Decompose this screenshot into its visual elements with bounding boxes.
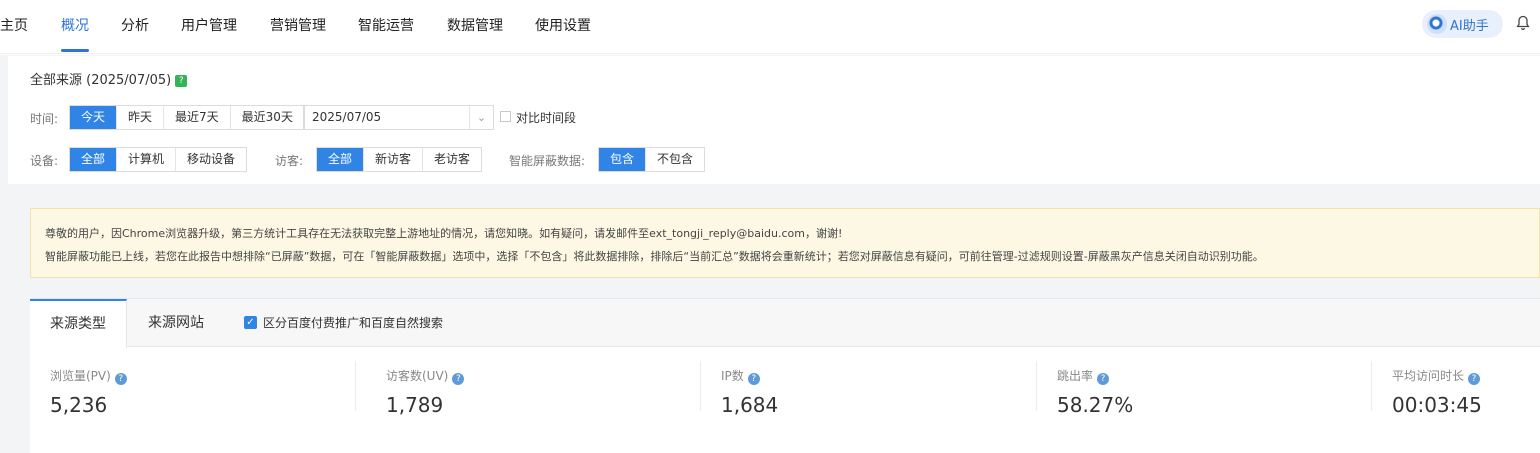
metric-value: 5,236 <box>50 393 108 417</box>
divider <box>1036 361 1037 411</box>
time-label: 时间: <box>30 112 59 126</box>
metric-label-text: 跳出率 <box>1057 369 1094 383</box>
visitor-option-all[interactable]: 全部 <box>317 148 365 171</box>
smart-shield-selector: 包含 不包含 <box>598 147 706 172</box>
nav-item-data-management[interactable]: 数据管理 <box>447 15 503 35</box>
divider <box>355 361 356 411</box>
notice-line-chrome: 尊敬的用户，因Chrome浏览器升级，第三方统计工具存在无法获取完整上游地址的情… <box>45 227 843 240</box>
help-icon[interactable]: ? <box>747 373 760 385</box>
help-icon[interactable]: ? <box>452 373 465 385</box>
metric-label: 访客数(UV)? <box>386 367 465 385</box>
metric-label: 平均访问时长? <box>1392 367 1482 385</box>
device-selector: 全部 计算机 移动设备 <box>69 147 248 172</box>
metric-label-text: IP数 <box>721 369 744 383</box>
metric-avg-visit-duration: 平均访问时长? 00:03:45 <box>1392 367 1482 447</box>
visitor-label: 访客: <box>275 154 304 168</box>
stats-tab-bar: 来源类型 来源网站 ✓ 区分百度付费推广和百度自然搜索 <box>30 299 1540 348</box>
ai-assistant-label: AI助手 <box>1450 18 1489 34</box>
metric-bounce-rate: 跳出率? 58.27% <box>1057 367 1133 447</box>
metric-value: 1,789 <box>386 393 444 417</box>
visitor-option-new[interactable]: 新访客 <box>364 148 424 171</box>
device-option-all[interactable]: 全部 <box>70 148 118 171</box>
metric-label-text: 浏览量(PV) <box>50 369 111 383</box>
device-option-computer[interactable]: 计算机 <box>117 148 177 171</box>
separate-baidu-checkbox[interactable]: ✓ <box>244 316 257 329</box>
shield-option-include[interactable]: 包含 <box>599 148 647 171</box>
compare-checkbox[interactable] <box>500 111 511 122</box>
metric-pv: 浏览量(PV)? 5,236 <box>50 367 127 447</box>
divider <box>1371 361 1372 411</box>
bell-icon[interactable] <box>1516 15 1530 31</box>
smart-shield-label: 智能屏蔽数据: <box>509 154 586 168</box>
metric-ip: IP数? 1,684 <box>721 367 778 447</box>
stats-card: 来源类型 来源网站 ✓ 区分百度付费推广和百度自然搜索 浏览量(PV)? 5,2… <box>30 298 1540 453</box>
source-title: 全部来源 (2025/07/05)? <box>30 69 188 88</box>
metric-label: 跳出率? <box>1057 367 1133 385</box>
nav-active-indicator <box>61 49 89 52</box>
source-title-text: 全部来源 (2025/07/05) <box>30 73 172 88</box>
nav-item-settings[interactable]: 使用设置 <box>535 15 591 35</box>
metric-value: 00:03:45 <box>1392 393 1482 417</box>
nav-item-overview[interactable]: 概况 <box>61 15 89 35</box>
separate-baidu-label: 区分百度付费推广和百度自然搜索 <box>263 316 444 330</box>
visitor-selector: 全部 新访客 老访客 <box>316 147 483 172</box>
nav-item-marketing-management[interactable]: 营销管理 <box>270 15 326 35</box>
nav-item-home[interactable]: 主页 <box>0 15 28 35</box>
time-range-selector: 今天 昨天 最近7天 最近30天 <box>69 105 305 130</box>
nav-item-smart-operations[interactable]: 智能运营 <box>358 15 414 35</box>
compare-label: 对比时间段 <box>516 111 577 125</box>
time-option-yesterday[interactable]: 昨天 <box>117 106 165 129</box>
ai-assistant-button[interactable]: AI助手 <box>1422 10 1503 38</box>
help-icon[interactable]: ? <box>1097 373 1110 385</box>
nav-item-analysis[interactable]: 分析 <box>121 15 149 35</box>
date-picker[interactable]: 2025/07/05 ⌄ <box>303 105 494 130</box>
help-icon[interactable]: ? <box>114 373 127 385</box>
help-icon[interactable]: ? <box>175 75 188 87</box>
notice-line-smart-shield: 智能屏蔽功能已上线，若您在此报告中想排除“已屏蔽”数据，可在「智能屏蔽数据」选项… <box>45 250 1264 263</box>
date-value: 2025/07/05 <box>312 110 382 124</box>
metric-uv: 访客数(UV)? 1,789 <box>386 367 465 447</box>
tab-source-site[interactable]: 来源网站 <box>130 299 222 347</box>
device-option-mobile[interactable]: 移动设备 <box>176 148 246 171</box>
time-option-today[interactable]: 今天 <box>70 106 118 129</box>
metric-label-text: 平均访问时长 <box>1392 369 1465 383</box>
device-label: 设备: <box>30 154 59 168</box>
divider <box>700 361 701 411</box>
tab-source-type[interactable]: 来源类型 <box>30 299 127 348</box>
visitor-option-returning[interactable]: 老访客 <box>423 148 481 171</box>
chevron-down-icon[interactable]: ⌄ <box>469 106 493 129</box>
top-nav: 主页 概况 分析 用户管理 营销管理 智能运营 数据管理 使用设置 AI助手 <box>0 0 1540 54</box>
time-option-last-7-days[interactable]: 最近7天 <box>164 106 231 129</box>
shield-option-exclude[interactable]: 不包含 <box>646 148 704 171</box>
metric-label: IP数? <box>721 367 778 385</box>
notice-banner: 尊敬的用户，因Chrome浏览器升级，第三方统计工具存在无法获取完整上游地址的情… <box>30 208 1540 278</box>
metric-label: 浏览量(PV)? <box>50 367 127 385</box>
ai-logo-icon <box>1427 14 1447 34</box>
metric-label-text: 访客数(UV) <box>386 369 449 383</box>
time-option-last-30-days[interactable]: 最近30天 <box>231 106 304 129</box>
help-icon[interactable]: ? <box>1468 373 1481 385</box>
metric-value: 1,684 <box>721 393 779 417</box>
metric-value: 58.27% <box>1057 393 1134 417</box>
nav-item-user-management[interactable]: 用户管理 <box>181 15 237 35</box>
